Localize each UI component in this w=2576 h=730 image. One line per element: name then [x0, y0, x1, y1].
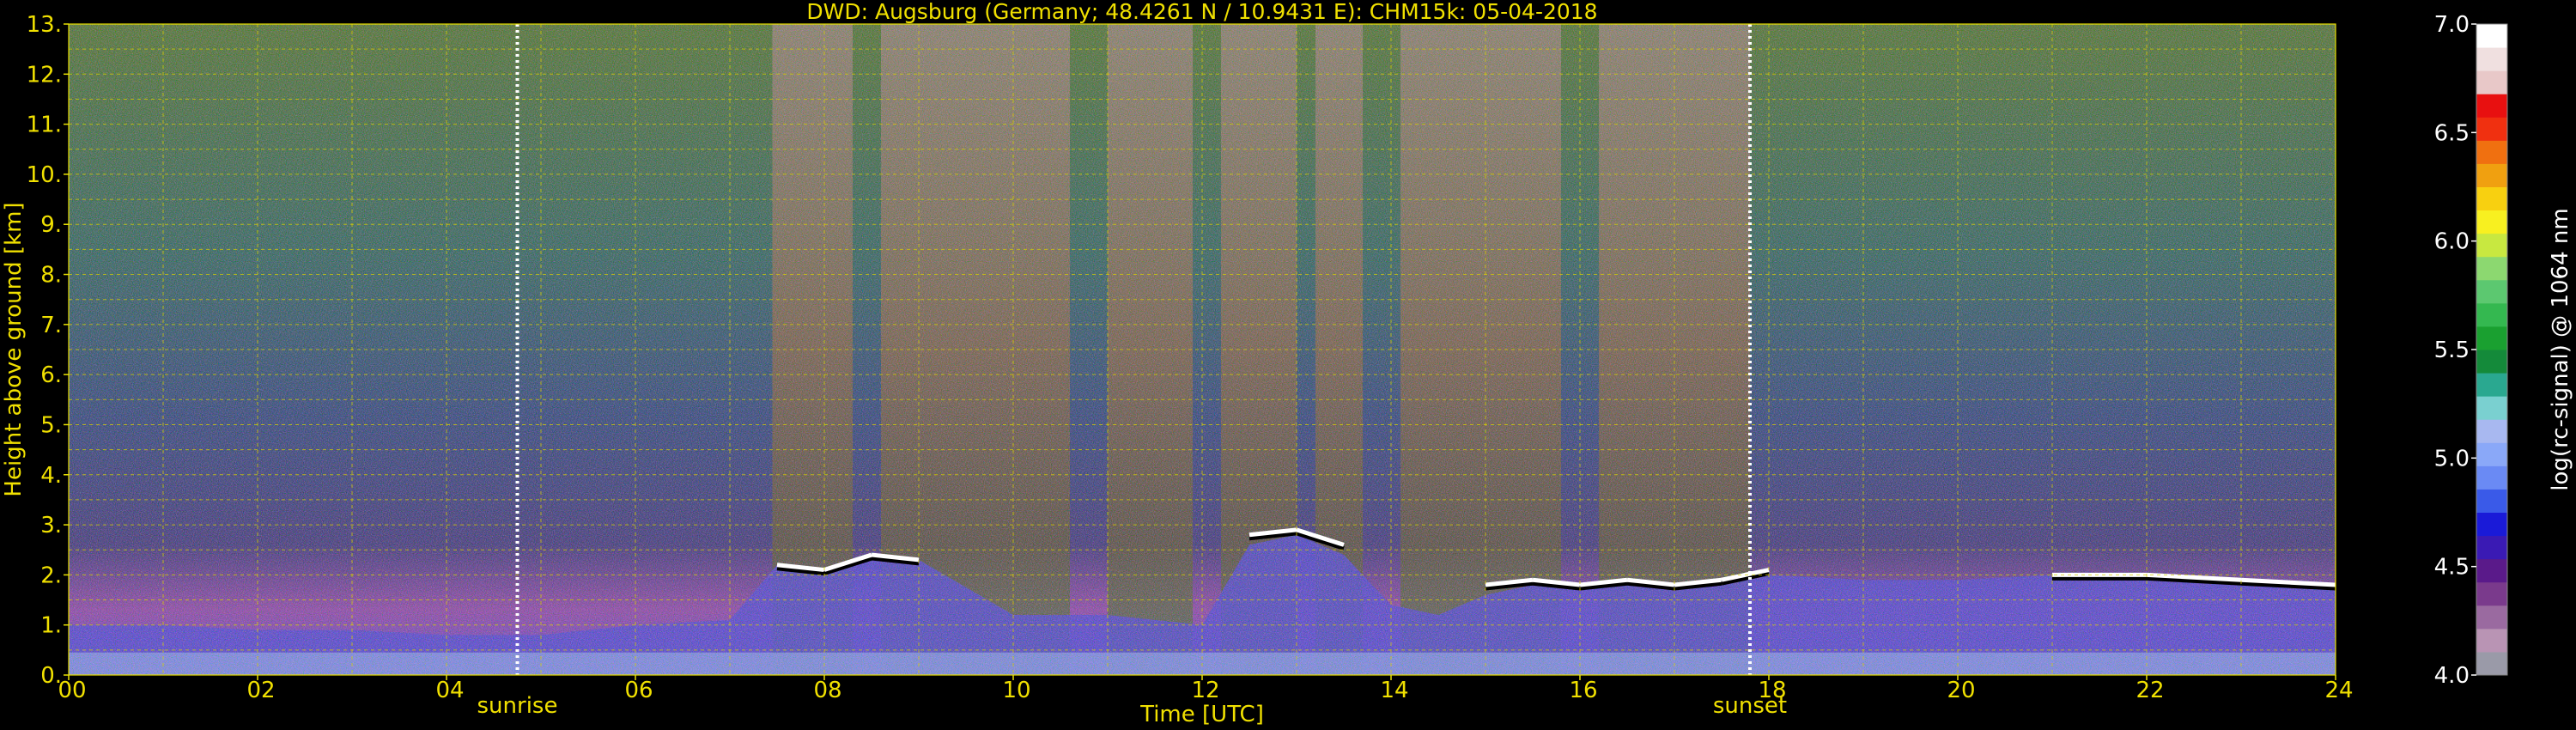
x-tick-label: 08 [813, 678, 841, 703]
chart-title: DWD: Augsburg (Germany; 48.4261 N / 10.9… [806, 0, 1597, 24]
y-tick-label: 0. [40, 663, 62, 689]
colorbar-tick-label: 6.0 [2434, 229, 2470, 255]
colorbar-tick-label: 4.5 [2434, 555, 2470, 581]
colorbar-segment [2476, 70, 2507, 94]
y-axis-label: Height above ground [km] [1, 202, 27, 496]
x-tick-label: 04 [435, 678, 464, 703]
colorbar-segment [2476, 279, 2507, 304]
y-tick-label: 2. [40, 563, 62, 588]
colorbar-segment [2476, 489, 2507, 513]
x-tick-label: 00 [58, 678, 86, 703]
y-tick-label: 13. [27, 12, 62, 38]
x-axis-ticks: 00 02 04 06 08 10 12 14 16 18 20 22 24 [58, 675, 2354, 703]
y-tick-label: 9. [40, 212, 62, 238]
colorbar-segment [2476, 512, 2507, 537]
colorbar-segment [2476, 256, 2507, 281]
x-tick-label: 10 [1002, 678, 1030, 703]
y-tick-label: 10. [27, 162, 62, 188]
y-tick-label: 3. [40, 513, 62, 538]
colorbar-label: log(rc-signal) @ 1064 nm [2548, 208, 2573, 490]
colorbar: 4.0 4.5 5.0 5.5 6.0 6.5 7.0 [2434, 12, 2508, 689]
y-tick-label: 12. [27, 62, 62, 88]
colorbar-segment [2476, 651, 2507, 676]
colorbar-segment [2476, 186, 2507, 211]
colorbar-segment [2476, 233, 2507, 258]
colorbar-segment [2476, 581, 2507, 606]
colorbar-segment [2476, 117, 2507, 141]
x-tick-label: 18 [1758, 678, 1786, 703]
colorbar-segment [2476, 535, 2507, 560]
x-tick-label: 16 [1569, 678, 1597, 703]
colorbar-segment [2476, 24, 2507, 48]
x-axis-label: Time [UTC] [1139, 702, 1264, 727]
colorbar-tick-label: 5.0 [2434, 446, 2470, 471]
sunrise-label: sunrise [477, 693, 558, 719]
colorbar-tick-label: 7.0 [2434, 12, 2470, 38]
y-axis-ticks: 0. 1. 2. 3. 4. 5. 6. 7. 8. 9. 10. 11. 12. 13. [27, 12, 69, 689]
colorbar-segment [2476, 373, 2507, 397]
colorbar-segment [2476, 140, 2507, 164]
colorbar-segment [2476, 465, 2507, 490]
colorbar-segment [2476, 210, 2507, 234]
x-tick-label: 02 [246, 678, 275, 703]
colorbar-segment [2476, 302, 2507, 327]
y-tick-label: 6. [40, 362, 62, 388]
colorbar-segment [2476, 628, 2507, 653]
y-tick-label: 11. [27, 113, 62, 138]
x-tick-label: 06 [624, 678, 653, 703]
y-tick-label: 8. [40, 263, 62, 289]
colorbar-segment [2476, 396, 2507, 420]
colorbar-segment [2476, 419, 2507, 443]
colorbar-tick-label: 6.5 [2434, 120, 2470, 146]
y-tick-label: 5. [40, 412, 62, 438]
y-tick-label: 7. [40, 313, 62, 338]
y-tick-label: 1. [40, 613, 62, 639]
x-tick-label: 12 [1191, 678, 1219, 703]
x-tick-label: 14 [1380, 678, 1408, 703]
colorbar-segment [2476, 94, 2507, 118]
colorbar-segment [2476, 325, 2507, 350]
colorbar-segment [2476, 442, 2507, 466]
colorbar-tick-label: 4.0 [2434, 663, 2470, 689]
colorbar-segment [2476, 163, 2507, 187]
colorbar-segment [2476, 47, 2507, 71]
colorbar-segment [2476, 558, 2507, 583]
colorbar-segment [2476, 605, 2507, 630]
colorbar-tick-label: 5.5 [2434, 338, 2470, 363]
y-tick-label: 4. [40, 463, 62, 489]
x-tick-label: 20 [1947, 678, 1975, 703]
x-tick-label: 24 [2324, 678, 2353, 703]
ceilometer-chart: sunrise sunset 00 02 04 06 08 10 12 14 16 18 20 22 24… [1, 0, 2573, 727]
colorbar-segment [2476, 350, 2507, 374]
x-tick-label: 22 [2136, 678, 2164, 703]
